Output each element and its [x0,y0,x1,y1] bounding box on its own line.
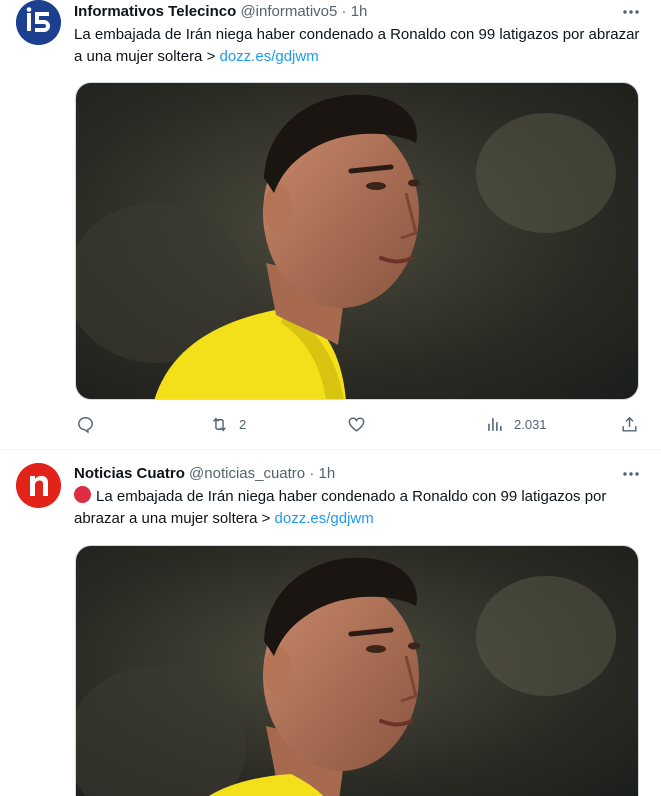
retweet-count: 2 [239,416,247,432]
more-options-button[interactable] [621,2,641,22]
separator: · [341,3,347,20]
tweet[interactable]: Noticias Cuatro @noticias_cuatro · 1h La… [0,450,661,796]
tweet-link[interactable]: dozz.es/gdjwm [220,48,319,65]
views-count: 2.031 [514,416,547,432]
like-button[interactable] [347,412,366,436]
share-button[interactable] [620,412,639,436]
red-circle-emoji-icon [74,486,91,503]
separator: · [309,465,315,482]
avatar[interactable] [16,0,61,45]
reply-button[interactable] [76,412,95,436]
more-icon [623,472,639,476]
ronaldo-photo [76,83,638,399]
avatar[interactable] [16,463,61,508]
author-handle[interactable]: @noticias_cuatro [189,465,305,482]
timestamp[interactable]: 1h [319,465,336,482]
retweet-icon [213,416,226,432]
tweet-actions: 2 2.031 [74,412,644,436]
views-icon [488,417,502,431]
tweet-image[interactable] [75,545,639,796]
retweet-button[interactable]: 2 [210,412,246,436]
timeline-feed: Informativos Telecinco @informativo5 · 1… [0,0,661,796]
author-name[interactable]: Informativos Telecinco [74,3,236,20]
tweet-link[interactable]: dozz.es/gdjwm [275,510,374,527]
more-icon [623,10,639,14]
views-button[interactable]: 2.031 [485,412,547,436]
tweet[interactable]: Informativos Telecinco @informativo5 · 1… [0,0,661,450]
informativos-telecinco-logo-icon [16,0,61,45]
tweet-text: La embajada de Irán niega haber condenad… [74,486,644,530]
tweet-header: Informativos Telecinco @informativo5 · 1… [74,2,367,22]
tweet-text: La embajada de Irán niega haber condenad… [74,24,644,68]
share-icon [622,416,637,432]
author-name[interactable]: Noticias Cuatro [74,465,185,482]
more-options-button[interactable] [621,464,641,484]
ronaldo-photo [76,546,638,796]
tweet-header: Noticias Cuatro @noticias_cuatro · 1h [74,464,335,484]
tweet-body: La embajada de Irán niega haber condenad… [74,26,640,65]
reply-icon [78,416,93,433]
noticias-cuatro-logo-icon [16,463,61,508]
tweet-image[interactable] [75,82,639,400]
heart-icon [348,416,365,432]
timestamp[interactable]: 1h [351,3,368,20]
author-handle[interactable]: @informativo5 [240,3,337,20]
